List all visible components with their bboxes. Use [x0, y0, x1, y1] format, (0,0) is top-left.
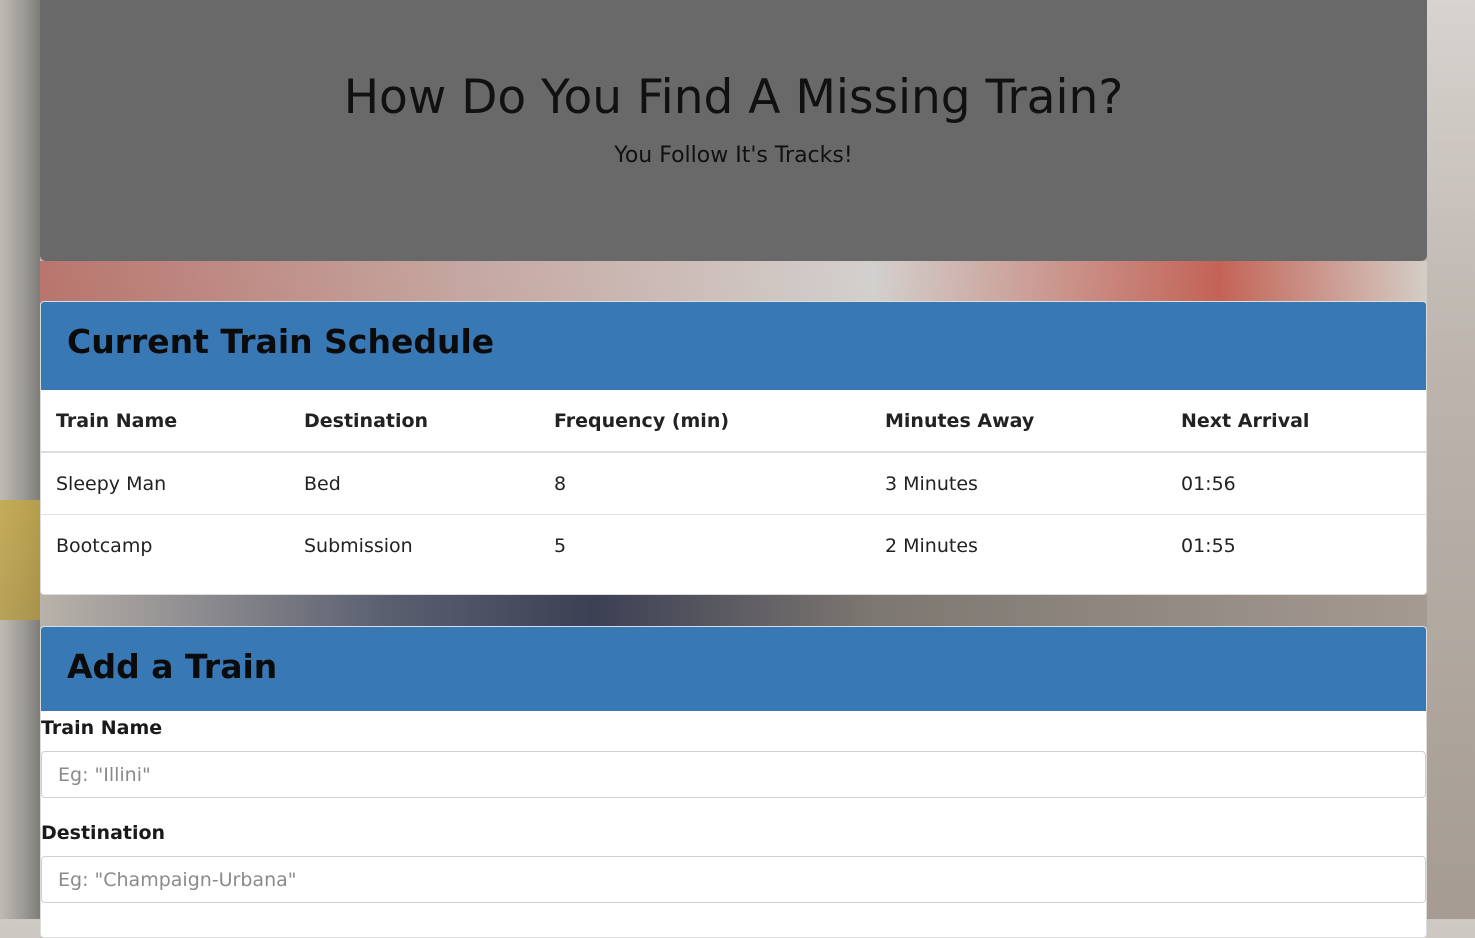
column-header-train-name: Train Name — [41, 390, 289, 453]
cell-train-name: Bootcamp — [56, 534, 153, 557]
page-title: How Do You Find A Missing Train? — [343, 70, 1124, 125]
schedule-panel: Current Train Schedule Train Name Destin… — [40, 301, 1427, 595]
cell-minutes-away: 3 Minutes — [870, 452, 1166, 515]
table-row: Bootcamp Submission 5 2 Minutes 01:55 — [41, 515, 1426, 577]
background-decoration-train-stripe — [40, 261, 1427, 303]
cell-frequency: 8 — [539, 452, 870, 515]
column-header-next-arrival: Next Arrival — [1166, 390, 1426, 453]
background-decoration-platform — [40, 594, 1427, 627]
train-name-label: Train Name — [41, 717, 163, 739]
jumbotron-header: How Do You Find A Missing Train? You Fol… — [40, 0, 1427, 261]
cell-train-name: Sleepy Man — [41, 452, 289, 515]
cell-minutes-away: 2 Minutes — [885, 534, 978, 557]
add-train-heading: Add a Train — [67, 647, 278, 686]
column-header-frequency: Frequency (min) — [539, 390, 870, 453]
background-decoration-platform-edge — [0, 500, 40, 620]
background-decoration-right — [1427, 0, 1475, 919]
cell-destination: Submission — [304, 534, 413, 557]
destination-form-group: Destination — [41, 822, 1426, 903]
train-name-form-group: Train Name — [41, 717, 1426, 798]
column-header-destination: Destination — [289, 390, 539, 453]
page-subtitle: You Follow It's Tracks! — [614, 143, 853, 168]
column-header-minutes-away: Minutes Away — [870, 390, 1166, 453]
background-decoration-left — [0, 0, 40, 919]
cell-destination: Bed — [289, 452, 539, 515]
cell-next-arrival: 01:56 — [1166, 452, 1426, 515]
schedule-table: Train Name Destination Frequency (min) M… — [41, 390, 1426, 576]
table-row: Sleepy Man Bed 8 3 Minutes 01:56 — [41, 452, 1426, 515]
cell-next-arrival: 01:55 — [1181, 534, 1236, 557]
destination-label: Destination — [41, 822, 166, 844]
destination-input[interactable] — [41, 856, 1426, 903]
add-train-panel: Add a Train Train Name Destination — [40, 626, 1427, 938]
schedule-heading: Current Train Schedule — [67, 322, 495, 361]
train-name-input[interactable] — [41, 751, 1426, 798]
add-train-panel-heading: Add a Train — [41, 627, 1426, 711]
schedule-panel-heading: Current Train Schedule — [41, 302, 1426, 390]
table-header-row: Train Name Destination Frequency (min) M… — [41, 390, 1426, 453]
cell-frequency: 5 — [554, 534, 567, 557]
